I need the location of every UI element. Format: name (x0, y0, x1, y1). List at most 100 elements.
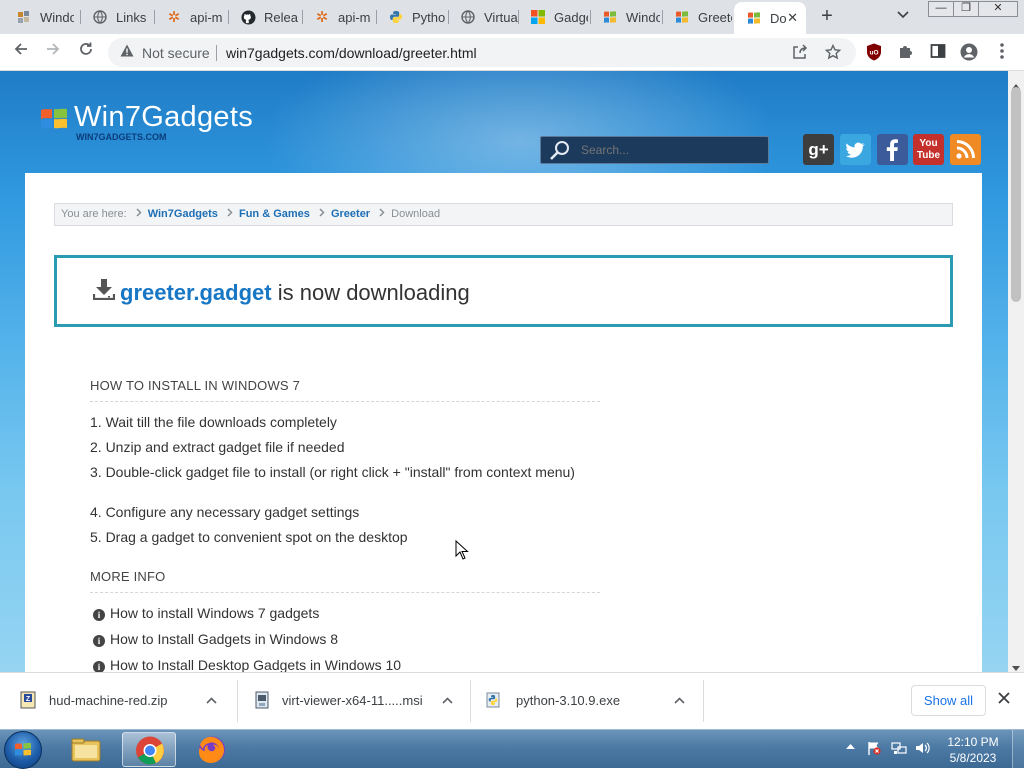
download-item[interactable]: virt-viewer-x64-11.....msi (238, 673, 470, 729)
download-shelf: Z hud-machine-red.zip virt-viewer-x64-11… (0, 672, 1024, 729)
tab-close-icon[interactable]: ✕ (787, 10, 798, 26)
clock-time: 12:10 PM (947, 735, 999, 749)
more-info-link-text[interactable]: How to Install Desktop Gadgets in Window… (110, 657, 401, 672)
close-window-button[interactable]: ✕ (978, 1, 1018, 17)
chevron-right-icon (227, 208, 233, 220)
tab-title: Gadgets (554, 9, 588, 25)
side-panel-icon[interactable] (929, 43, 947, 61)
win7-flag-logo-icon[interactable] (40, 107, 68, 131)
tab-title: api-m (338, 9, 371, 25)
tab-10-active[interactable]: Do ✕ (734, 2, 806, 34)
new-tab-button[interactable]: + (817, 5, 837, 29)
breadcrumb-link-home[interactable]: Win7Gadgets (148, 208, 218, 220)
caret-up-icon[interactable] (206, 692, 217, 707)
more-info-link-text[interactable]: How to Install Gadgets in Windows 8 (110, 631, 338, 647)
chevron-right-icon (319, 208, 325, 220)
install-step: 4. Configure any necessary gadget settin… (90, 504, 360, 520)
tab-2[interactable]: ✲ api-m (154, 4, 226, 30)
forward-arrow-icon[interactable] (42, 41, 64, 63)
download-filename-link[interactable]: greeter.gadget (120, 280, 272, 305)
tab-5[interactable]: Python (376, 4, 448, 30)
rss-icon[interactable] (950, 134, 981, 165)
site-logo-subtext: WIN7GADGETS.COM (76, 132, 167, 142)
taskbar-firefox[interactable] (185, 732, 239, 767)
url-text[interactable]: win7gadgets.com/download/greeter.html (226, 45, 477, 61)
action-center-flag-icon[interactable] (866, 740, 882, 756)
close-shelf-icon[interactable] (998, 691, 1010, 709)
tab-9[interactable]: Greeter (662, 4, 734, 30)
twitter-icon[interactable] (840, 134, 871, 165)
show-all-button[interactable]: Show all (911, 685, 986, 716)
breadcrumb-current: Download (391, 208, 441, 220)
download-item[interactable]: python-3.10.9.exe (471, 673, 703, 729)
more-info-link[interactable]: i How to Install Gadgets in Windows 8 (93, 631, 338, 647)
site-search-input[interactable] (581, 143, 761, 157)
download-heading: greeter.gadget is now downloading (120, 280, 470, 306)
info-circle-icon: i (93, 635, 105, 647)
tab-title: Python (412, 9, 446, 25)
download-status-box: greeter.gadget is now downloading (54, 255, 953, 327)
show-desktop-button[interactable] (1012, 730, 1024, 769)
tab-0[interactable]: Windows (4, 4, 76, 30)
zip-file-icon: Z (20, 691, 36, 709)
tab-strip: Windows Links ✲ api-m Releases ✲ api-m P… (0, 0, 1024, 34)
google-plus-icon[interactable]: g+ (803, 134, 834, 165)
more-info-link[interactable]: i How to install Windows 7 gadgets (93, 605, 319, 621)
tab-8[interactable]: Windows (590, 4, 662, 30)
win7-flag-icon (674, 9, 690, 25)
reload-icon[interactable] (75, 41, 97, 63)
site-logo-text[interactable]: Win7Gadgets (74, 101, 253, 134)
site-search-box[interactable] (540, 136, 769, 164)
volume-icon[interactable] (914, 740, 930, 756)
restore-button[interactable]: ❐ (953, 1, 979, 17)
share-icon[interactable] (792, 44, 808, 64)
tab-search-chevron-icon[interactable] (897, 8, 909, 22)
youtube-icon[interactable]: You Tube (913, 134, 944, 165)
browser-toolbar: Not secure win7gadgets.com/download/gree… (0, 34, 1024, 71)
bookmark-star-icon[interactable] (824, 43, 842, 64)
minimize-button[interactable]: — (928, 1, 954, 17)
breadcrumb-link-category[interactable]: Fun & Games (239, 208, 310, 220)
page-viewport: Win7Gadgets WIN7GADGETS.COM g+ You Tube … (0, 71, 1008, 672)
breadcrumb: You are here: Win7Gadgets Fun & Games Gr… (54, 203, 953, 226)
back-arrow-icon[interactable] (10, 41, 32, 63)
address-bar[interactable]: Not secure win7gadgets.com/download/gree… (108, 38, 856, 67)
caret-up-icon[interactable] (674, 692, 685, 707)
taskbar-clock[interactable]: 12:10 PM 5/8/2023 (938, 734, 1008, 766)
tray-overflow-arrow-icon[interactable] (846, 741, 855, 751)
windows-taskbar: 12:10 PM 5/8/2023 (0, 729, 1024, 769)
tab-4[interactable]: ✲ api-m (302, 4, 374, 30)
caret-up-icon[interactable] (442, 692, 453, 707)
breadcrumb-link-gadget[interactable]: Greeter (331, 208, 370, 220)
install-step: 5. Drag a gadget to convenient spot on t… (90, 529, 408, 545)
chevron-right-icon (379, 208, 385, 220)
tab-7[interactable]: Gadgets (518, 4, 590, 30)
taskbar-file-explorer[interactable] (59, 732, 113, 767)
tab-6[interactable]: Virtual (448, 4, 520, 30)
network-icon[interactable] (891, 740, 907, 756)
scrollbar-thumb[interactable] (1011, 87, 1021, 302)
more-info-link-text[interactable]: How to install Windows 7 gadgets (110, 605, 319, 621)
taskbar-chrome[interactable] (122, 732, 176, 767)
shelf-divider (703, 680, 704, 722)
profile-avatar-icon[interactable] (960, 43, 978, 61)
warning-triangle-icon[interactable] (120, 44, 134, 60)
tab-title: Releases (264, 9, 298, 25)
extensions-puzzle-icon[interactable] (897, 43, 915, 61)
download-item[interactable]: Z hud-machine-red.zip (0, 673, 236, 729)
kebab-menu-icon[interactable] (993, 43, 1011, 61)
mouse-cursor-icon (455, 539, 469, 560)
more-info-heading: MORE INFO (90, 569, 600, 593)
more-info-link[interactable]: i How to Install Desktop Gadgets in Windo… (93, 657, 401, 672)
start-button[interactable] (4, 731, 42, 769)
ublock-extension-icon[interactable]: uO (865, 43, 883, 61)
facebook-icon[interactable] (877, 134, 908, 165)
download-icon (92, 278, 116, 301)
security-status-label[interactable]: Not secure (142, 45, 210, 61)
github-icon (240, 9, 256, 25)
page-scrollbar[interactable] (1008, 71, 1024, 672)
install-step: 1. Wait till the file downloads complete… (90, 414, 337, 430)
tab-3[interactable]: Releases (228, 4, 300, 30)
tab-1[interactable]: Links (80, 4, 152, 30)
win7gadgets-favicon (16, 9, 32, 25)
